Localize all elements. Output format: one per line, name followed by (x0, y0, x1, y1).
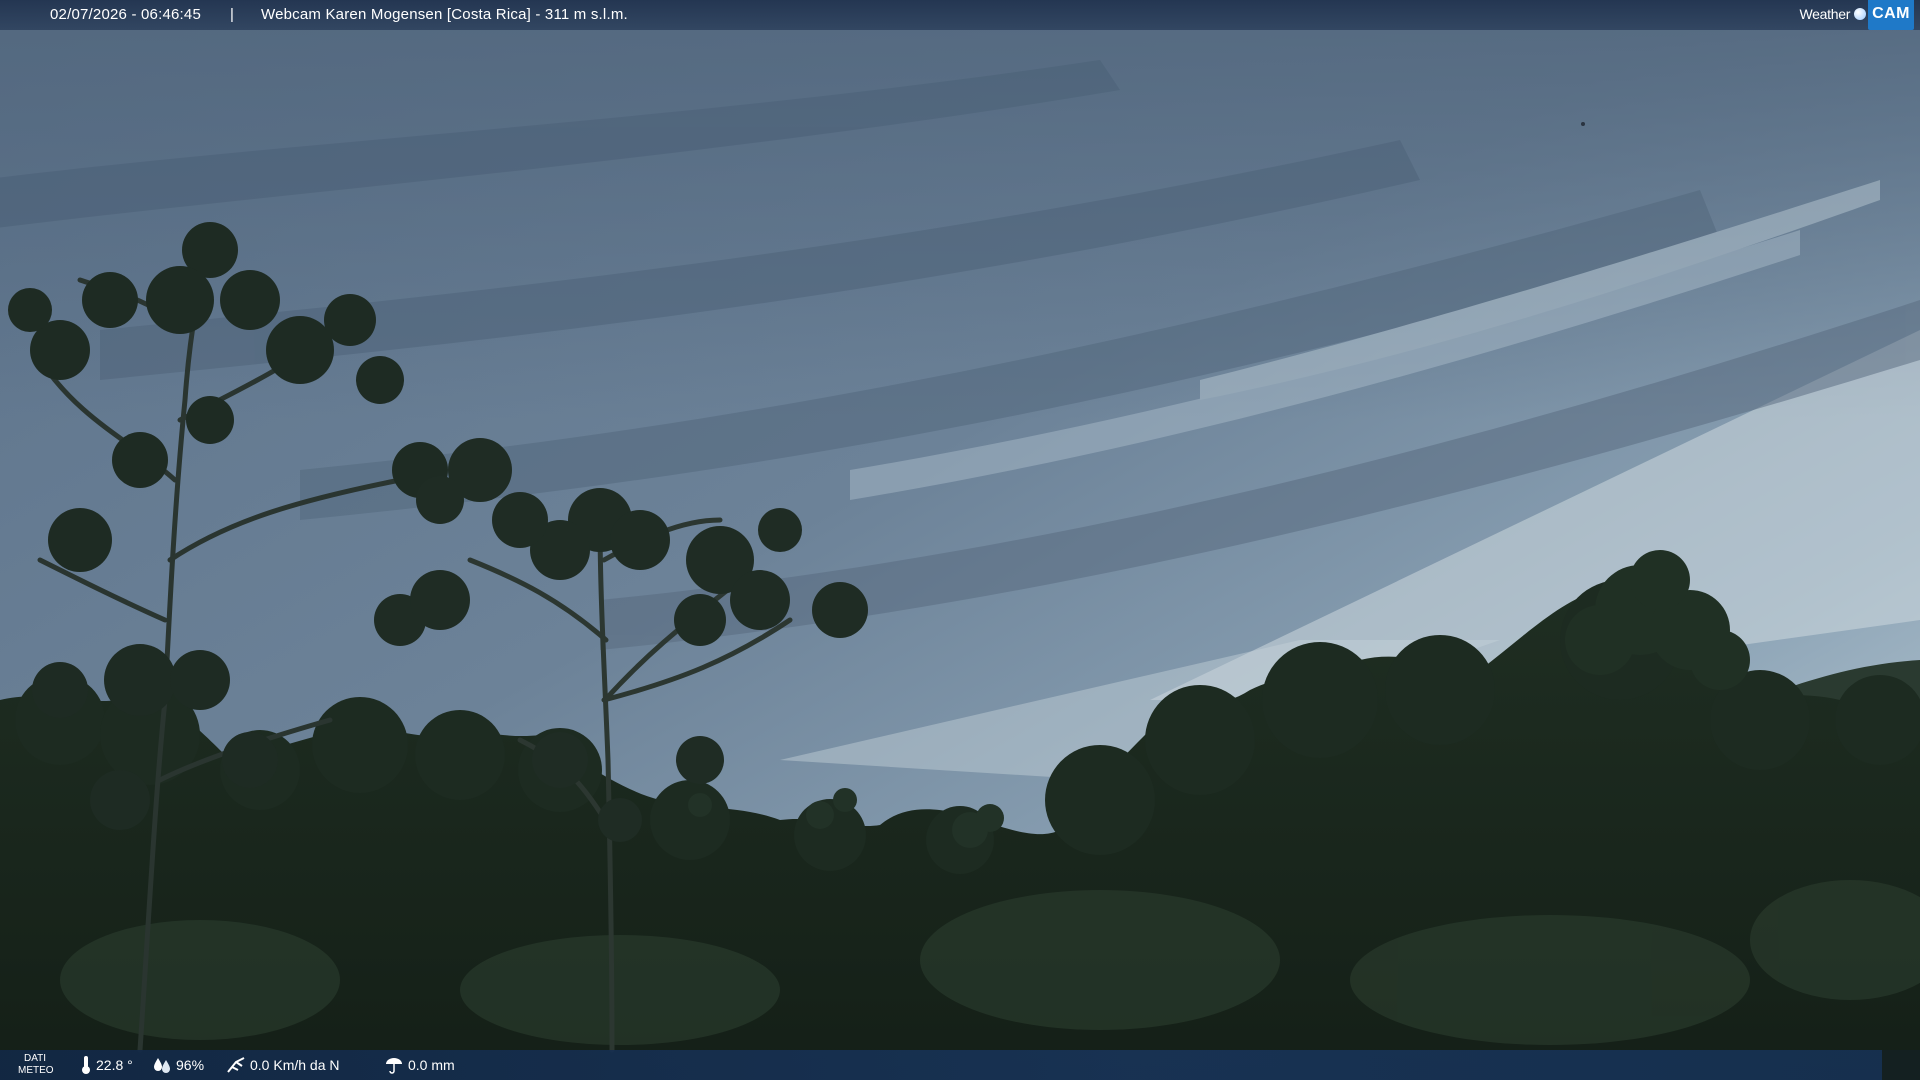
humidity-readout: 96% (152, 1050, 204, 1080)
weather-overlay: DATI METEO 22.8 ° 96% 0.0 Km/h da N 0.0 … (0, 1050, 1882, 1080)
logo-dot-icon (1854, 8, 1867, 20)
weather-label-line1: DATI (23, 1053, 47, 1064)
webcam-image (0, 0, 1920, 1080)
webcam-title: Webcam Karen Mogensen [Costa Rica] - 311… (261, 6, 628, 23)
weather-label: DATI METEO (18, 1053, 54, 1077)
wind-value: 0.0 Km/h da N (250, 1057, 340, 1073)
temperature-value: 22.8 ° (96, 1057, 133, 1073)
humidity-icon (154, 1058, 170, 1073)
header-overlay: 02/07/2026 - 06:46:45 | Webcam Karen Mog… (0, 0, 1920, 30)
rain-readout: 0.0 mm (384, 1050, 455, 1080)
humidity-value: 96% (176, 1057, 205, 1073)
weather-label-line2: METEO (18, 1065, 54, 1076)
timestamp: 02/07/2026 - 06:46:45 (50, 6, 201, 23)
temperature-readout: 22.8 ° (80, 1050, 133, 1080)
wind-readout: 0.0 Km/h da N (226, 1050, 340, 1080)
rain-icon (386, 1058, 402, 1074)
logo-text-weather: Weather (1799, 6, 1851, 22)
bird-speck (1581, 122, 1585, 126)
bottom-bar-edge (1882, 1050, 1920, 1080)
weathercam-logo: Weather CAM (1798, 0, 1914, 30)
wind-icon (227, 1057, 245, 1073)
logo-text-cam: CAM (1868, 0, 1914, 30)
thermometer-icon (82, 1056, 90, 1074)
separator: | (230, 6, 234, 23)
rain-value: 0.0 mm (408, 1057, 455, 1073)
